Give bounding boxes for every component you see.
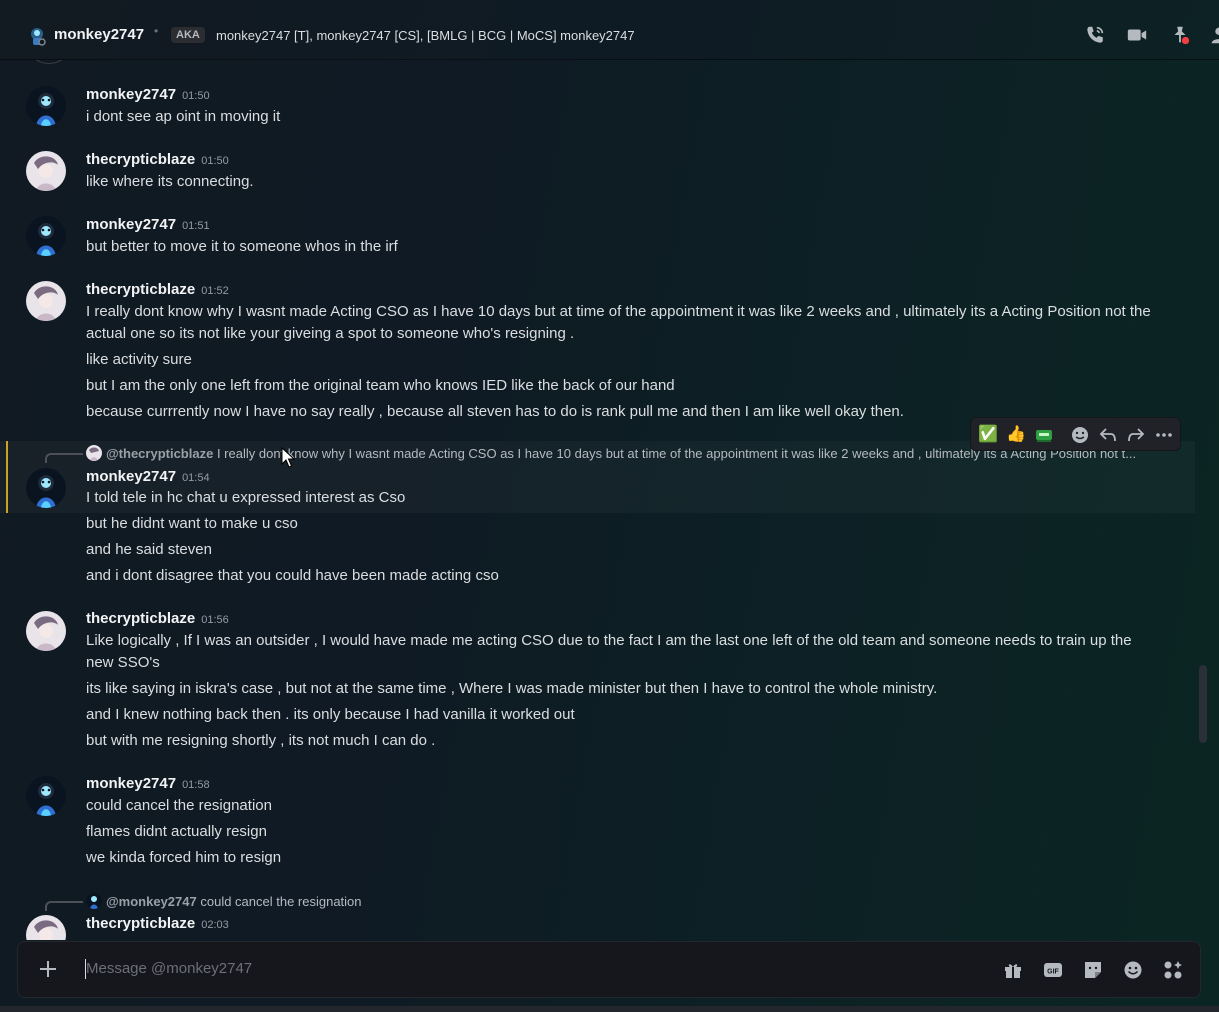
reply-preview[interactable]: @monkey2747 could cancel the resignation — [86, 893, 1166, 909]
avatar[interactable] — [26, 468, 66, 508]
message-text: I told tele in hc chat u expressed inter… — [86, 489, 406, 506]
message-text: and I knew nothing back then . its only … — [86, 706, 575, 723]
clipped-avatar — [28, 60, 70, 64]
author-name[interactable]: thecrypticblaze — [86, 610, 195, 627]
message-actions-toolbar: ✅ 👍 — [970, 417, 1181, 451]
separator-dot: • — [154, 24, 159, 38]
gift-icon[interactable] — [1002, 959, 1024, 981]
avatar[interactable] — [26, 611, 66, 651]
message-group[interactable]: thecrypticblaze 01:56 Like logically , If… — [0, 606, 1195, 756]
avatar[interactable] — [26, 915, 66, 940]
gif-label: GIF — [1047, 969, 1059, 976]
message-text: and i dont disagree that you could have … — [86, 567, 499, 584]
author-name[interactable]: thecrypticblaze — [86, 281, 195, 298]
message-text: but better to move it to someone whos in… — [86, 238, 398, 255]
message-group[interactable]: thecrypticblaze 01:50 like where its conn… — [0, 145, 1195, 201]
voice-call-icon[interactable] — [1084, 24, 1106, 46]
message-group[interactable]: monkey2747 01:50 i dont see ap oint in mo… — [0, 80, 1195, 136]
message-group[interactable]: monkey2747 01:51 but better to move it to… — [0, 210, 1195, 266]
author-name[interactable]: thecrypticblaze — [86, 915, 195, 932]
message-text: Like logically , If I was an outsider , … — [86, 632, 1132, 671]
timestamp: 01:58 — [182, 779, 210, 791]
dm-username[interactable]: monkey2747 — [54, 26, 144, 43]
scrollbar-thumb[interactable] — [1199, 665, 1207, 743]
mouse-cursor-icon — [281, 447, 295, 468]
more-options-icon[interactable] — [1153, 424, 1175, 446]
message-input[interactable]: Message @monkey2747 — [86, 960, 252, 977]
reply-mention[interactable]: @thecrypticblaze — [106, 446, 213, 461]
message-text: flames didnt actually resign — [86, 823, 267, 840]
message-text: but I am the only one left from the orig… — [86, 377, 675, 394]
reply-icon[interactable] — [1097, 424, 1119, 446]
avatar[interactable] — [26, 776, 66, 816]
reply-avatar — [86, 445, 102, 461]
video-call-icon[interactable] — [1126, 24, 1148, 46]
timestamp: 01:52 — [201, 285, 229, 297]
user-avatar-small[interactable] — [27, 26, 47, 46]
message-text: I really dont know why I wasnt made Acti… — [86, 303, 1151, 342]
message-text: we kinda forced him to resign — [86, 849, 282, 866]
custom-emoji-reaction[interactable] — [1033, 424, 1055, 446]
author-name[interactable]: monkey2747 — [86, 468, 176, 485]
window-bottom-edge — [0, 1006, 1219, 1012]
message-list[interactable]: monkey2747 01:50 i dont see ap oint in mo… — [0, 60, 1219, 940]
gif-icon[interactable]: GIF — [1042, 959, 1064, 981]
pinned-messages-icon[interactable] — [1169, 24, 1191, 46]
dm-header: monkey2747 • AKA monkey2747 [T], monkey2… — [0, 0, 1219, 60]
message-text: and he said steven — [86, 541, 212, 558]
message-group[interactable]: thecrypticblaze 01:52 I really dont know … — [0, 275, 1195, 425]
avatar[interactable] — [26, 86, 66, 126]
message-group[interactable]: monkey2747 01:58 could cancel the resigna… — [0, 771, 1195, 871]
profile-icon[interactable] — [1208, 24, 1219, 46]
message-text: like where its connecting. — [86, 173, 254, 190]
white-check-mark-reaction[interactable]: ✅ — [977, 424, 999, 446]
thumbs-up-reaction[interactable]: 👍 — [1005, 424, 1027, 446]
message-text: but with me resigning shortly , its not … — [86, 732, 436, 749]
avatar[interactable] — [26, 281, 66, 321]
reply-spine — [45, 901, 83, 911]
timestamp: 01:51 — [182, 220, 210, 232]
message-text: like activity sure — [86, 351, 192, 368]
sticker-icon[interactable] — [1082, 959, 1104, 981]
upload-plus-icon[interactable] — [36, 957, 60, 981]
reply-spine — [45, 453, 83, 463]
author-name[interactable]: monkey2747 — [86, 216, 176, 233]
message-text: i dont see ap oint in moving it — [86, 108, 281, 125]
forward-icon[interactable] — [1125, 424, 1147, 446]
reply-mention[interactable]: @monkey2747 — [106, 894, 197, 909]
emoji-icon[interactable] — [1122, 959, 1144, 981]
message-text: but he didnt want to make u cso — [86, 515, 298, 532]
alias-list: monkey2747 [T], monkey2747 [CS], [BMLG |… — [216, 28, 635, 43]
avatar[interactable] — [26, 216, 66, 256]
author-name[interactable]: thecrypticblaze — [86, 151, 195, 168]
timestamp: 01:56 — [201, 614, 229, 626]
avatar[interactable] — [26, 151, 66, 191]
timestamp: 01:54 — [182, 472, 210, 484]
reply-text: could cancel the resignation — [200, 894, 362, 909]
reply-avatar — [86, 893, 102, 909]
aka-badge: AKA — [171, 27, 205, 43]
timestamp: 01:50 — [182, 90, 210, 102]
timestamp: 01:50 — [201, 155, 229, 167]
add-reaction-icon[interactable] — [1069, 424, 1091, 446]
hover-accent-bar — [6, 441, 8, 513]
message-text: its like saying in iskra's case , but no… — [86, 680, 938, 697]
message-text: could cancel the resignation — [86, 797, 272, 814]
timestamp: 02:03 — [201, 919, 229, 931]
message-composer: Message @monkey2747 GIF — [17, 941, 1201, 998]
author-name[interactable]: monkey2747 — [86, 775, 176, 792]
apps-icon[interactable] — [1162, 959, 1184, 981]
author-name[interactable]: monkey2747 — [86, 86, 176, 103]
